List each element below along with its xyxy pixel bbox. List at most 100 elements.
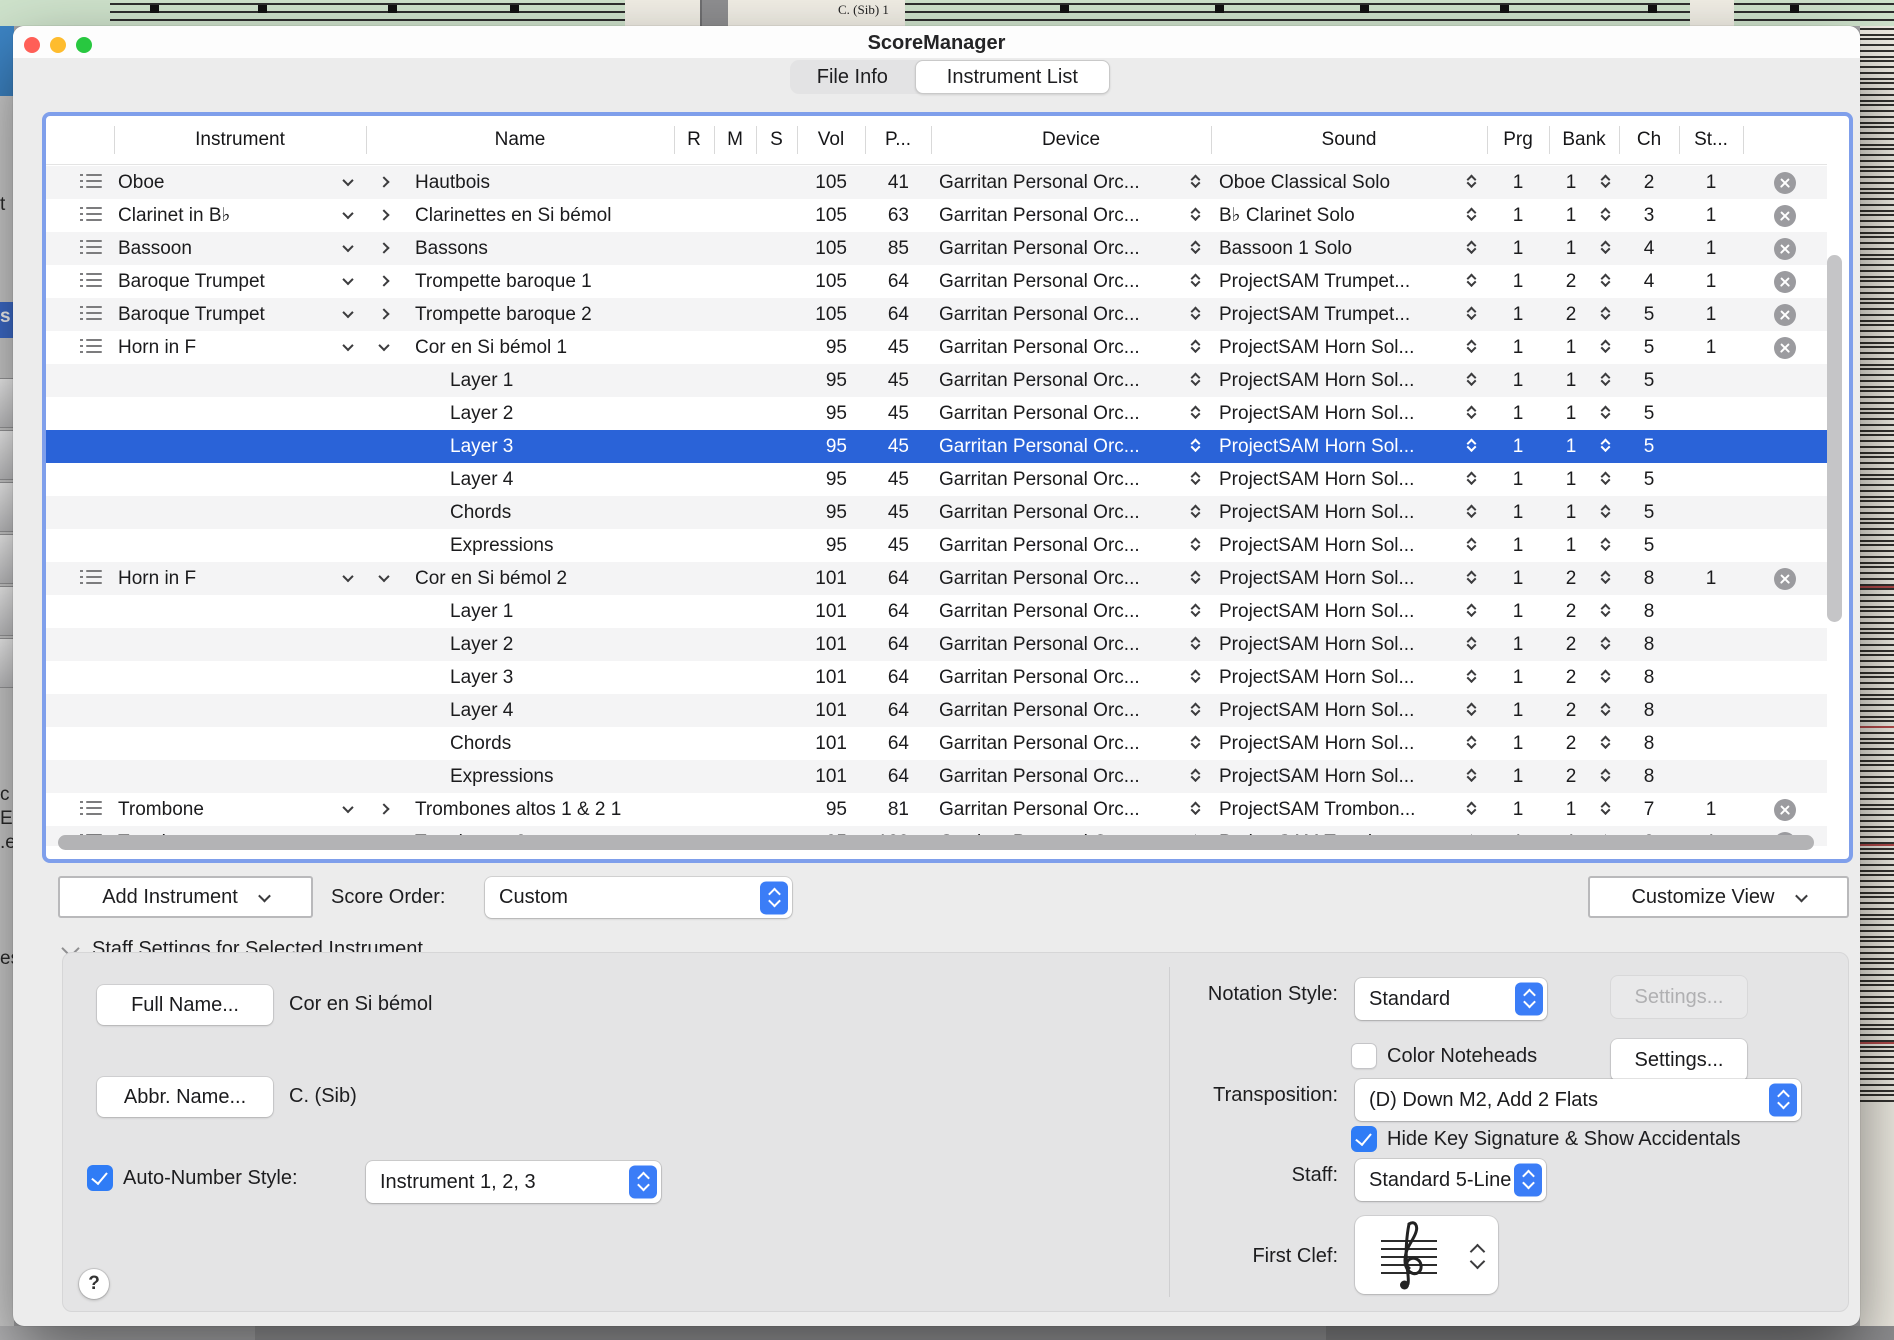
title-bar[interactable]: ScoreManager bbox=[13, 26, 1860, 58]
value-stepper-icon[interactable] bbox=[1191, 371, 1203, 390]
sound-cell[interactable]: ProjectSAM Horn Sol... bbox=[1211, 529, 1487, 562]
volume-cell[interactable]: 105 bbox=[797, 265, 865, 298]
device-cell[interactable]: Garritan Personal Orc... bbox=[931, 232, 1211, 265]
sound-cell[interactable]: ProjectSAM Horn Sol... bbox=[1211, 496, 1487, 529]
disclosure-collapsed-icon[interactable] bbox=[378, 242, 389, 253]
value-stepper-icon[interactable] bbox=[1601, 503, 1613, 522]
instrument-cell[interactable]: Horn in F bbox=[114, 562, 366, 595]
sound-cell[interactable]: Bassoon 1 Solo bbox=[1211, 232, 1487, 265]
name-cell[interactable]: Layer 2 bbox=[366, 397, 674, 430]
column-header-instrument[interactable]: Instrument bbox=[114, 122, 366, 158]
delete-instrument-button[interactable] bbox=[1774, 205, 1796, 227]
value-stepper-icon[interactable] bbox=[1601, 569, 1613, 588]
value-stepper-icon[interactable] bbox=[1601, 173, 1613, 192]
sound-cell[interactable]: ProjectSAM Horn Sol... bbox=[1211, 595, 1487, 628]
delete-instrument-button[interactable] bbox=[1774, 568, 1796, 590]
instrument-cell[interactable]: Oboe bbox=[114, 166, 366, 199]
staff-list-icon[interactable] bbox=[80, 273, 102, 290]
pan-cell[interactable]: 45 bbox=[865, 529, 931, 562]
pan-cell[interactable]: 64 bbox=[865, 595, 931, 628]
mute-cell[interactable] bbox=[714, 793, 756, 826]
value-stepper-icon[interactable] bbox=[1601, 800, 1613, 819]
value-stepper-icon[interactable] bbox=[1601, 602, 1613, 621]
value-stepper-icon[interactable] bbox=[1601, 206, 1613, 225]
device-cell[interactable]: Garritan Personal Orc... bbox=[931, 265, 1211, 298]
record-cell[interactable] bbox=[674, 496, 714, 529]
mute-cell[interactable] bbox=[714, 694, 756, 727]
chevron-down-icon[interactable] bbox=[342, 274, 353, 285]
value-stepper-icon[interactable] bbox=[1601, 239, 1613, 258]
solo-cell[interactable] bbox=[756, 793, 797, 826]
table-row[interactable]: Layer 410164Garritan Personal Orc...Proj… bbox=[46, 694, 1827, 727]
solo-cell[interactable] bbox=[756, 628, 797, 661]
name-cell[interactable]: Cor en Si bémol 2 bbox=[366, 562, 674, 595]
mute-cell[interactable] bbox=[714, 595, 756, 628]
program-cell[interactable]: 1 bbox=[1487, 397, 1549, 430]
staves-cell[interactable]: 1 bbox=[1679, 199, 1743, 232]
chevron-down-icon[interactable] bbox=[342, 340, 353, 351]
channel-cell[interactable]: 4 bbox=[1619, 265, 1679, 298]
mute-cell[interactable] bbox=[714, 661, 756, 694]
mute-cell[interactable] bbox=[714, 232, 756, 265]
value-stepper-icon[interactable] bbox=[1191, 173, 1203, 192]
chevron-down-icon[interactable] bbox=[342, 307, 353, 318]
delete-instrument-button[interactable] bbox=[1774, 238, 1796, 260]
value-stepper-icon[interactable] bbox=[1191, 338, 1203, 357]
value-stepper-icon[interactable] bbox=[1467, 767, 1479, 786]
staves-cell[interactable] bbox=[1679, 595, 1743, 628]
column-header-r[interactable]: R bbox=[674, 122, 714, 158]
value-stepper-icon[interactable] bbox=[1467, 404, 1479, 423]
pan-cell[interactable]: 85 bbox=[865, 232, 931, 265]
bank-cell[interactable]: 1 bbox=[1549, 430, 1619, 463]
solo-cell[interactable] bbox=[756, 232, 797, 265]
device-cell[interactable]: Garritan Personal Orc... bbox=[931, 496, 1211, 529]
name-cell[interactable]: Layer 1 bbox=[366, 595, 674, 628]
volume-cell[interactable]: 101 bbox=[797, 562, 865, 595]
solo-cell[interactable] bbox=[756, 430, 797, 463]
instrument-cell[interactable] bbox=[114, 529, 366, 562]
sound-cell[interactable]: ProjectSAM Horn Sol... bbox=[1211, 463, 1487, 496]
color-settings-button[interactable]: Settings... bbox=[1611, 1039, 1747, 1081]
column-header-ch[interactable]: Ch bbox=[1619, 122, 1679, 158]
program-cell[interactable]: 1 bbox=[1487, 727, 1549, 760]
device-cell[interactable]: Garritan Personal Orc... bbox=[931, 298, 1211, 331]
program-cell[interactable]: 1 bbox=[1487, 199, 1549, 232]
program-cell[interactable]: 1 bbox=[1487, 232, 1549, 265]
score-order-popup[interactable]: Custom bbox=[485, 877, 792, 918]
name-cell[interactable]: Layer 4 bbox=[366, 694, 674, 727]
volume-cell[interactable]: 105 bbox=[797, 232, 865, 265]
staves-cell[interactable] bbox=[1679, 529, 1743, 562]
value-stepper-icon[interactable] bbox=[1601, 668, 1613, 687]
solo-cell[interactable] bbox=[756, 727, 797, 760]
instrument-cell[interactable] bbox=[114, 430, 366, 463]
record-cell[interactable] bbox=[674, 529, 714, 562]
staves-cell[interactable]: 1 bbox=[1679, 331, 1743, 364]
channel-cell[interactable]: 5 bbox=[1619, 397, 1679, 430]
bank-cell[interactable]: 2 bbox=[1549, 562, 1619, 595]
value-stepper-icon[interactable] bbox=[1191, 305, 1203, 324]
value-stepper-icon[interactable] bbox=[1467, 668, 1479, 687]
mute-cell[interactable] bbox=[714, 496, 756, 529]
value-stepper-icon[interactable] bbox=[1467, 206, 1479, 225]
channel-cell[interactable]: 5 bbox=[1619, 430, 1679, 463]
pan-cell[interactable]: 64 bbox=[865, 661, 931, 694]
program-cell[interactable]: 1 bbox=[1487, 166, 1549, 199]
chevron-down-icon[interactable] bbox=[342, 241, 353, 252]
channel-cell[interactable]: 4 bbox=[1619, 232, 1679, 265]
instrument-cell[interactable]: Clarinet in B♭ bbox=[114, 199, 366, 232]
value-stepper-icon[interactable] bbox=[1601, 371, 1613, 390]
channel-cell[interactable]: 8 bbox=[1619, 760, 1679, 793]
name-cell[interactable]: Cor en Si bémol 1 bbox=[366, 331, 674, 364]
program-cell[interactable]: 1 bbox=[1487, 694, 1549, 727]
table-row[interactable]: Layer 29545Garritan Personal Orc...Proje… bbox=[46, 397, 1827, 430]
mute-cell[interactable] bbox=[714, 463, 756, 496]
column-header-m[interactable]: M bbox=[714, 122, 756, 158]
staff-list-icon[interactable] bbox=[80, 240, 102, 257]
channel-cell[interactable]: 8 bbox=[1619, 628, 1679, 661]
value-stepper-icon[interactable] bbox=[1191, 569, 1203, 588]
channel-cell[interactable]: 5 bbox=[1619, 496, 1679, 529]
value-stepper-icon[interactable] bbox=[1467, 734, 1479, 753]
sound-cell[interactable]: ProjectSAM Horn Sol... bbox=[1211, 562, 1487, 595]
bank-cell[interactable]: 2 bbox=[1549, 595, 1619, 628]
name-cell[interactable]: Layer 4 bbox=[366, 463, 674, 496]
